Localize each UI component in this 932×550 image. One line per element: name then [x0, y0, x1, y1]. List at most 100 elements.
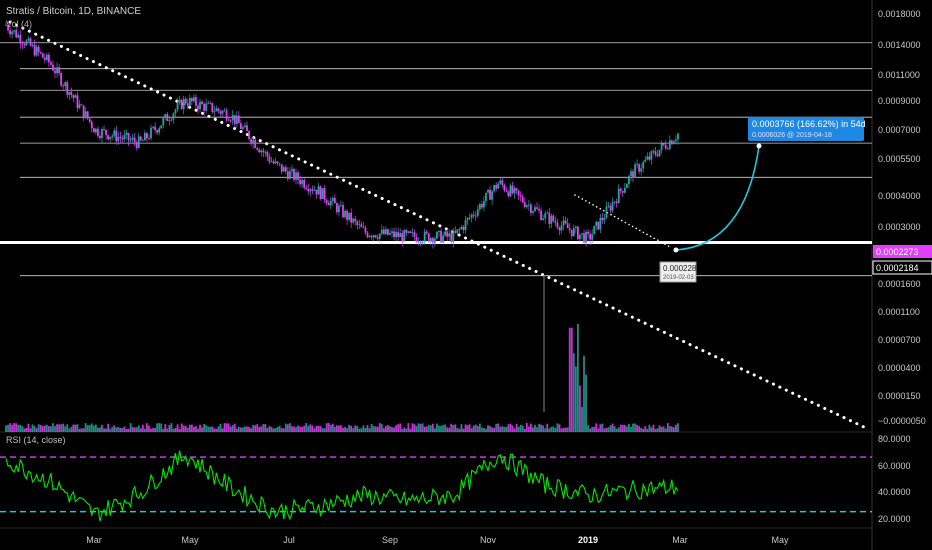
candle-body	[315, 189, 318, 195]
candle-body	[458, 229, 461, 230]
candle-body	[41, 53, 44, 58]
volume-bar	[438, 425, 440, 432]
candle-body	[301, 179, 304, 185]
candle-body	[256, 147, 259, 150]
candle-body	[658, 149, 661, 157]
volume-bar	[364, 427, 367, 432]
volume-bar	[585, 374, 587, 432]
volume-bar	[176, 424, 179, 432]
volume-bar	[80, 428, 83, 432]
volume-bar	[427, 424, 430, 432]
candle-body	[572, 228, 575, 236]
volume-bar	[335, 425, 338, 432]
volume-bar	[664, 428, 667, 432]
candle-body	[35, 46, 38, 56]
volume-bar	[530, 423, 532, 432]
candle-body	[372, 235, 375, 238]
time-axis-label: 2019	[578, 535, 598, 545]
volume-bar	[41, 426, 44, 432]
projection-arc[interactable]	[673, 143, 762, 253]
volume-bar	[630, 426, 632, 432]
candle-body	[677, 133, 679, 140]
candle-body	[499, 180, 502, 184]
price-tick-label: 0.0000400	[878, 363, 921, 373]
volume-bar	[564, 427, 567, 432]
volume-bar	[66, 424, 69, 432]
candle-body	[425, 231, 428, 234]
candle-body	[17, 34, 20, 38]
candle-body	[603, 218, 606, 221]
volume-bar	[184, 426, 187, 432]
candle-body	[333, 197, 336, 204]
symbol-title: Stratis / Bitcoin, 1D, BINANCE	[6, 6, 141, 17]
volume-bar	[632, 423, 634, 432]
trendlines[interactable]	[8, 20, 868, 430]
candle-body	[223, 110, 226, 112]
volume-bar	[239, 427, 242, 432]
candle-body	[579, 234, 581, 240]
volume-bar	[650, 427, 653, 432]
candle-body	[574, 226, 577, 229]
candle-body	[417, 241, 420, 243]
chart-canvas[interactable]: 0.0018000 0.0014000 0.0011000 0.0009000 0.00…	[0, 0, 932, 550]
candle-body	[70, 92, 73, 95]
volume-bar	[262, 424, 265, 432]
volume-bar	[548, 428, 551, 432]
volume-bar	[270, 426, 273, 432]
volume-bar	[581, 406, 583, 432]
candle-body	[231, 115, 234, 121]
volume-bar	[244, 426, 246, 432]
volume-bar	[417, 423, 420, 432]
volume-bar	[497, 423, 500, 432]
candle-body	[623, 187, 626, 193]
candle-body	[244, 125, 246, 128]
volume-bar	[662, 426, 665, 432]
volume-bar	[466, 425, 469, 432]
volume-bar	[478, 423, 481, 432]
volume-bar	[137, 425, 140, 432]
volume-bar	[658, 425, 661, 432]
candle-body	[513, 188, 516, 194]
candle-body	[564, 220, 567, 224]
volume-bar	[583, 355, 585, 432]
volume-bar	[644, 426, 647, 432]
volume-bar	[327, 423, 330, 432]
volume-bar	[178, 428, 181, 432]
volume-bar	[156, 423, 159, 432]
volume-bar	[593, 426, 596, 432]
candle-body	[346, 210, 348, 220]
volume-bar	[621, 424, 624, 432]
candle-body	[284, 167, 287, 172]
volume-bar	[527, 426, 530, 432]
volume-bar	[419, 424, 422, 432]
candle-body	[335, 203, 338, 213]
candle-body	[421, 241, 424, 244]
candle-body	[47, 54, 50, 63]
candle-body	[456, 229, 459, 233]
candle-body	[235, 115, 238, 124]
time-axis-label: Mar	[86, 535, 102, 545]
volume-bar	[143, 428, 146, 432]
price-tick-label: 0.0000150	[878, 391, 921, 401]
volume-bar	[591, 427, 594, 432]
candle-body	[378, 233, 381, 239]
volume-bar	[227, 423, 230, 432]
candle-body	[125, 132, 128, 135]
candle-body	[364, 227, 367, 233]
candle-body	[43, 57, 46, 60]
candle-body	[356, 221, 359, 225]
volume-bar	[68, 428, 71, 432]
volume-bar	[129, 423, 132, 432]
candle-body	[321, 188, 324, 199]
volume-bar	[266, 428, 269, 432]
candle-body	[648, 156, 651, 160]
volume-bar	[305, 423, 308, 432]
candle-body	[233, 115, 236, 124]
current-price-text: 0.0002273	[876, 247, 919, 257]
volume-bar	[474, 424, 477, 432]
volume-bar	[397, 424, 400, 432]
candle-body	[107, 135, 110, 140]
candle-body	[636, 164, 639, 165]
candle-body	[530, 204, 532, 213]
volume-bar	[125, 428, 128, 432]
